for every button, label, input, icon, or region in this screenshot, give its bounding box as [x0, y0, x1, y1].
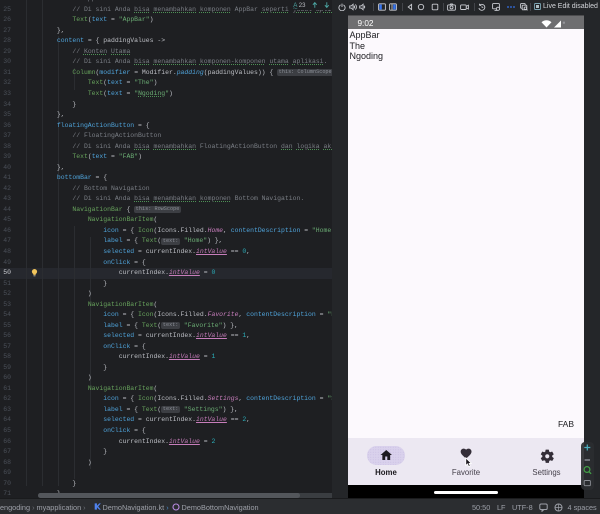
svg-text:23: 23	[299, 3, 306, 9]
